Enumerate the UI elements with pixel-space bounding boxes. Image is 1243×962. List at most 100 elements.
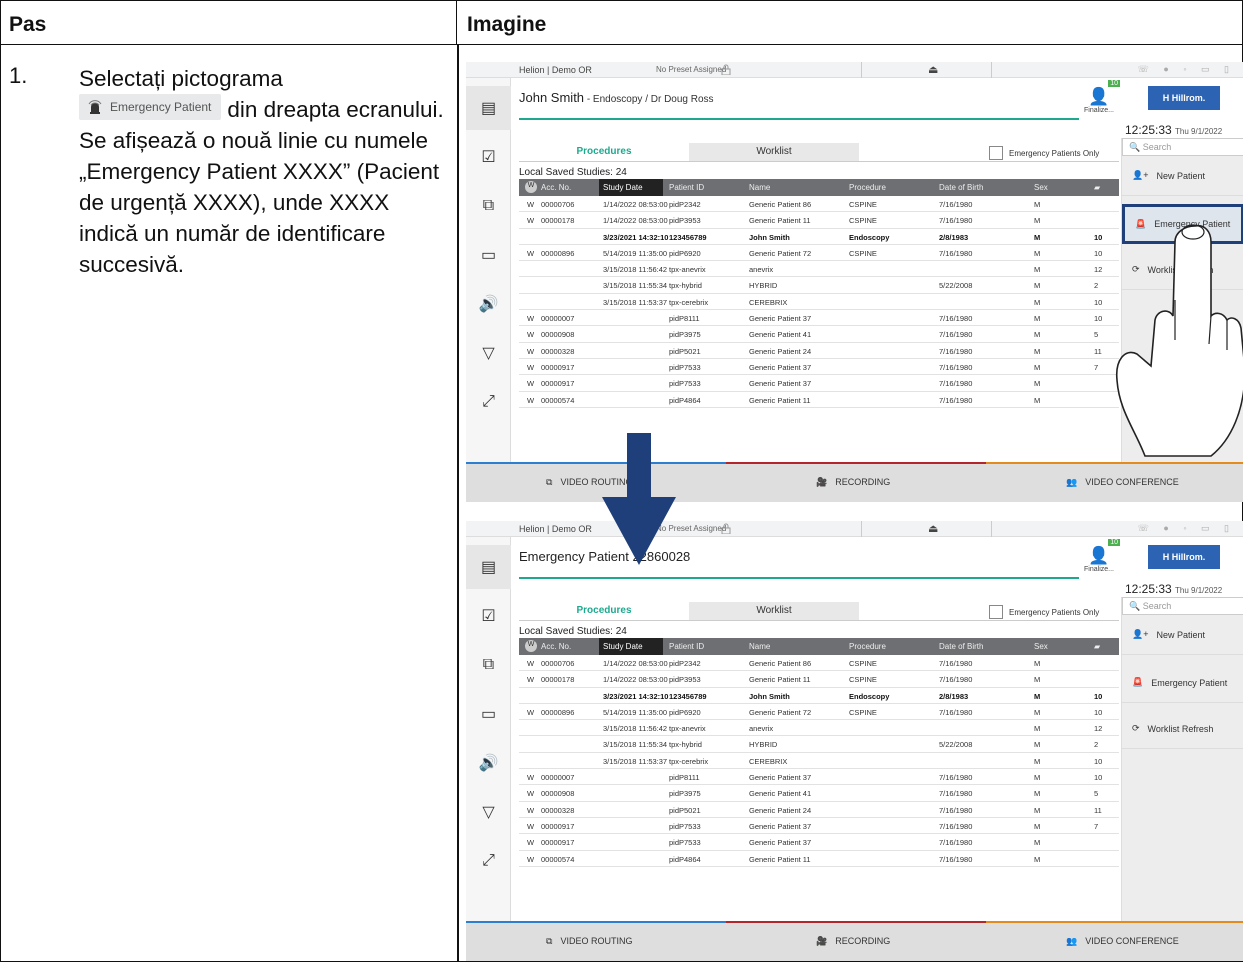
table-row[interactable]: 3/15/2018 11:56:42 tpx-anevrix anevrix M 12 [519,261,1119,278]
column-worklist-flag[interactable]: W [525,640,537,652]
column-header[interactable]: Name [749,183,770,192]
layout-nav-icon[interactable]: ⧉ [466,184,511,228]
emergency-only-checkbox[interactable] [989,146,1003,160]
table-cell: pidP4864 [669,395,701,405]
table-cell: 11 [1094,346,1102,356]
tilt-icon[interactable]: ⏏ [928,522,938,535]
column-header[interactable]: Sex [1034,642,1048,651]
light-nav-icon[interactable]: ▽ [466,331,511,375]
light-nav-icon[interactable]: ▽ [466,790,511,834]
table-row[interactable]: W 00000908 pidP3975 Generic Patient 41 7/16/… [519,326,1119,343]
fullscreen-nav-icon[interactable]: ⤢ [466,839,511,883]
table-row[interactable]: W 00000706 1/14/2022 08:53:00 pidP2342 Gener… [519,196,1119,213]
column-header[interactable]: Patient ID [669,642,704,651]
column-header[interactable]: Acc. No. [541,642,571,651]
table-row[interactable]: W 00000328 pidP5021 Generic Patient 24 7/16/… [519,343,1119,359]
table-cell: M [1034,789,1041,799]
table-row[interactable]: 3/23/2021 14:32:10 123456789 John Smith End… [519,229,1119,245]
column-header[interactable]: Date of Birth [939,642,983,651]
table-row[interactable]: W 00000007 pidP8111 Generic Patient 37 7/16/… [519,310,1119,327]
table-row[interactable]: 3/23/2021 14:32:10 123456789 John Smith End… [519,688,1119,704]
table-row[interactable]: W 00000706 1/14/2022 08:53:00 pidP2342 Gener… [519,655,1119,672]
column-header[interactable]: Acc. No. [541,183,571,192]
display-nav-icon[interactable]: ▭ [466,692,511,736]
tab-procedures[interactable]: Procedures [519,143,689,161]
lock-icon[interactable] [720,523,732,535]
column-header[interactable]: Sex [1034,183,1048,192]
column-header[interactable]: Patient ID [669,183,704,192]
table-row[interactable]: 3/15/2018 11:55:34 tpx-hybrid HYBRID 5/22/2… [519,736,1119,753]
layout-nav-icon[interactable]: ⧉ [466,643,511,687]
new-patient-button[interactable]: 👤+ New Patient [1122,615,1243,655]
tab-worklist[interactable]: Worklist [689,143,859,161]
column-header[interactable]: Date of Birth [939,183,983,192]
table-cell: Generic Patient 86 [749,659,812,668]
table-row[interactable]: W 00000917 pidP7533 Generic Patient 37 7/16/… [519,818,1119,835]
worklist-refresh-button[interactable]: ⟳ Worklist Refresh [1122,709,1243,749]
lock-icon[interactable] [720,64,732,76]
table-row[interactable]: W 00000908 pidP3975 Generic Patient 41 7/16/… [519,785,1119,802]
table-row[interactable]: W 00000328 pidP5021 Generic Patient 24 7/16/… [519,802,1119,818]
tab-worklist[interactable]: Worklist [689,602,859,620]
emergency-only-filter[interactable]: Emergency Patients Only [989,146,1099,160]
column-header[interactable]: Procedure [849,183,886,192]
checklist-nav-icon[interactable]: ☑ [466,135,511,179]
table-row[interactable]: W 00000574 pidP4864 Generic Patient 11 7/16/… [519,392,1119,408]
table-row[interactable]: W 00000917 pidP7533 Generic Patient 37 7/16/… [519,834,1119,851]
display-nav-icon[interactable]: ▭ [466,233,511,277]
table-row[interactable]: W 00000917 pidP7533 Generic Patient 37 7/16/… [519,375,1119,392]
table-cell: 7/16/1980 [939,838,973,848]
emergency-only-label: Emergency Patients Only [1009,148,1100,158]
column-study-date[interactable]: Study Date [599,179,663,196]
video-conference-button[interactable]: 👥 VIDEO CONFERENCE [1066,921,1179,961]
table-cell: M [1034,265,1041,275]
recording-button[interactable]: 🎥 RECORDING [816,462,890,502]
emergency-only-checkbox[interactable] [989,605,1003,619]
table-row[interactable]: 3/15/2018 11:55:34 tpx-hybrid HYBRID 5/22/2… [519,277,1119,294]
table-row[interactable]: W 00000896 5/14/2019 11:35:00 pidP6920 Gener… [519,704,1119,721]
table-row[interactable]: 3/15/2018 11:53:37 tpx-cerebrix CEREBRIX M 1… [519,753,1119,770]
table-cell: Generic Patient 41 [749,789,812,799]
patient-nav-icon[interactable]: ▤ [466,86,511,130]
table-cell: 00000908 [541,789,575,799]
column-worklist-flag[interactable]: W [525,181,537,193]
table-row[interactable]: 3/15/2018 11:53:37 tpx-cerebrix CEREBRIX M 1… [519,294,1119,311]
tilt-icon[interactable]: ⏏ [928,63,938,76]
emergency-only-filter[interactable]: Emergency Patients Only [989,605,1099,619]
fullscreen-nav-icon[interactable]: ⤢ [466,380,511,424]
table-cell: 00000896 [541,248,575,258]
table-row[interactable]: W 00000896 5/14/2019 11:35:00 pidP6920 Gener… [519,245,1119,262]
video-routing-button[interactable]: ⧉ VIDEO ROUTING [546,921,632,961]
emergency-patient-button[interactable]: 🚨 Emergency Patient [1122,663,1243,703]
checklist-nav-icon[interactable]: ☑ [466,594,511,638]
table-row[interactable]: W 00000007 pidP8111 Generic Patient 37 7/16/… [519,769,1119,786]
audio-nav-icon[interactable]: 🔊 [466,282,511,326]
table-row[interactable]: 3/15/2018 11:56:42 tpx-anevrix anevrix M 12 [519,720,1119,737]
table-cell: W [527,838,535,848]
finalize-button[interactable]: 10 👤 Finalize... [1080,539,1120,580]
table-cell: W [527,330,535,340]
table-row[interactable]: W 00000917 pidP7533 Generic Patient 37 7/16/… [519,359,1119,376]
patient-nav-icon[interactable]: ▤ [466,545,511,589]
column-folder-icon[interactable]: ▰ [1094,183,1100,192]
table-cell: 00000706 [541,200,575,209]
finalize-button[interactable]: 10 👤 Finalize... [1080,80,1120,121]
table-cell: 7 [1094,362,1099,372]
video-conference-button[interactable]: 👥 VIDEO CONFERENCE [1066,462,1179,502]
table-cell: CSPINE [849,216,877,226]
table-row[interactable]: W 00000178 1/14/2022 08:53:00 pidP3953 Gener… [519,671,1119,688]
table-cell: 7/16/1980 [939,805,973,815]
tab-procedures[interactable]: Procedures [519,602,689,620]
audio-nav-icon[interactable]: 🔊 [466,741,511,785]
search-input[interactable]: 🔍 Search [1122,138,1243,156]
search-input[interactable]: 🔍 Search [1122,597,1243,615]
new-patient-button[interactable]: 👤+ New Patient [1122,156,1243,196]
table-row[interactable]: W 00000178 1/14/2022 08:53:00 pidP3953 Gener… [519,212,1119,229]
recording-button[interactable]: 🎥 RECORDING [816,921,890,961]
column-folder-icon[interactable]: ▰ [1094,642,1100,651]
table-cell: 3/15/2018 11:53:37 [603,756,668,766]
column-study-date[interactable]: Study Date [599,638,663,655]
column-header[interactable]: Name [749,642,770,651]
column-header[interactable]: Procedure [849,642,886,651]
table-row[interactable]: W 00000574 pidP4864 Generic Patient 11 7/16/… [519,851,1119,867]
